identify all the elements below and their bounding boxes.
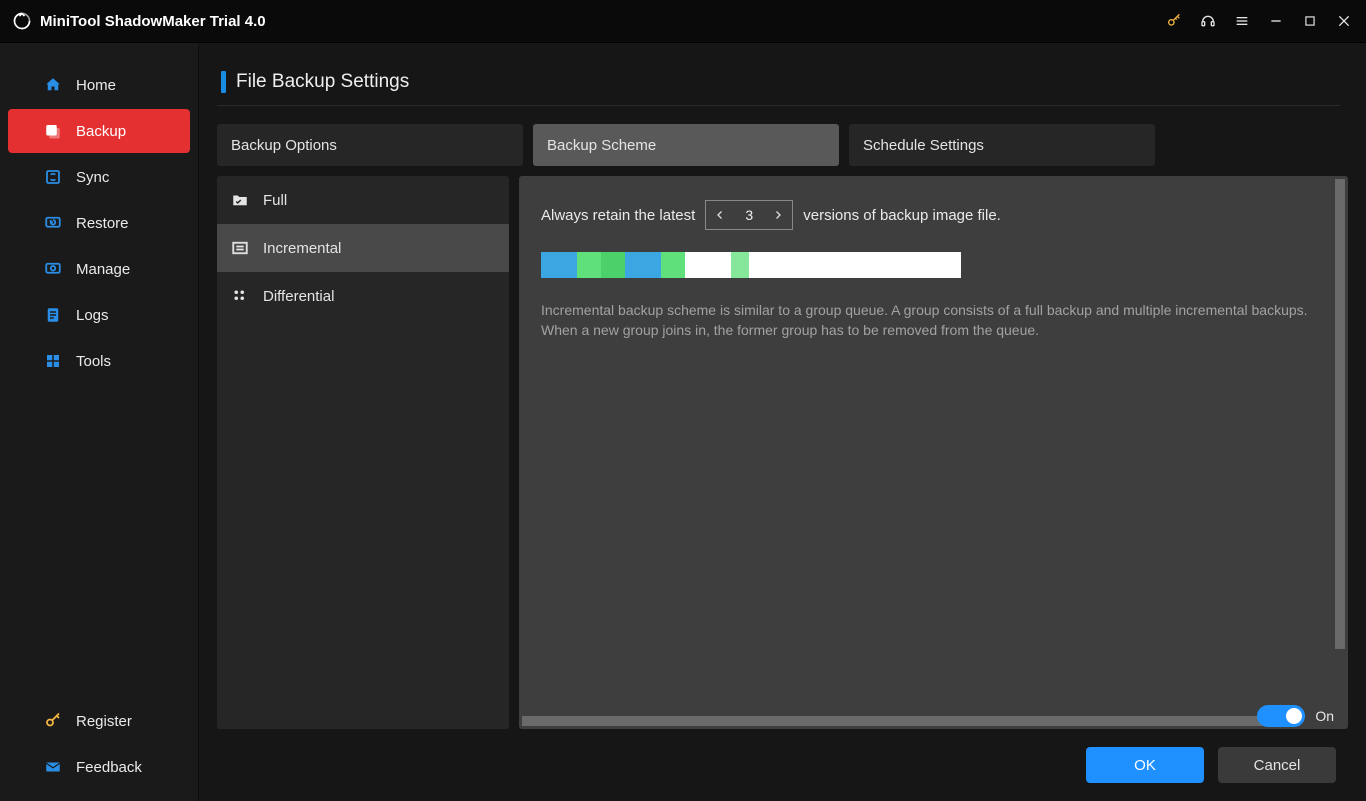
backup-icon [44,122,62,140]
button-label: OK [1134,757,1156,774]
bar-segment [601,252,625,278]
retain-setting-row: Always retain the latest 3 versions of b… [541,200,1326,230]
sidebar-item-sync[interactable]: Sync [8,155,190,199]
sidebar-item-label: Restore [76,215,129,232]
scheme-label: Differential [263,288,334,305]
sidebar-item-tools[interactable]: Tools [8,339,190,383]
horizontal-scrollbar[interactable] [522,716,1332,726]
tab-schedule-settings[interactable]: Schedule Settings [849,124,1155,166]
sync-icon [44,168,62,186]
sidebar-item-label: Manage [76,261,130,278]
bar-segment [577,252,601,278]
titlebar-maximize-icon[interactable] [1302,13,1318,29]
key-icon [44,712,62,730]
list-lines-icon [231,239,249,257]
retain-stepper[interactable]: 3 [705,200,793,230]
scheme-label: Full [263,192,287,209]
titlebar-key-icon[interactable] [1166,13,1182,29]
toggle-label: On [1315,708,1334,724]
sidebar-item-label: Logs [76,307,109,324]
tools-icon [44,352,62,370]
tab-label: Backup Options [231,137,337,154]
retain-suffix: versions of backup image file. [803,207,1001,224]
sidebar-item-manage[interactable]: Manage [8,247,190,291]
tab-backup-options[interactable]: Backup Options [217,124,523,166]
titlebar-minimize-icon[interactable] [1268,13,1284,29]
scheme-list: Full Incremental Differential [217,176,509,729]
bar-segment [541,252,577,278]
page-title: File Backup Settings [217,71,1340,106]
sidebar-item-backup[interactable]: Backup [8,109,190,153]
titlebar-headset-icon[interactable] [1200,13,1216,29]
stepper-decrement-button[interactable] [706,201,734,229]
logs-icon [44,306,62,324]
content: File Backup Settings Backup Options Back… [199,43,1366,801]
restore-icon [44,214,62,232]
folder-check-icon [231,191,249,209]
bar-segment [731,252,749,278]
stepper-value: 3 [734,207,764,223]
scheme-description: Incremental backup scheme is similar to … [541,300,1321,341]
sidebar-item-label: Tools [76,353,111,370]
sidebar-feedback[interactable]: Feedback [8,745,190,789]
mail-icon [44,758,62,776]
titlebar: MiniTool ShadowMaker Trial 4.0 [0,0,1366,43]
sidebar-item-home[interactable]: Home [8,63,190,107]
bar-segment [749,252,961,278]
sidebar: Home Backup Sync Restore [0,43,199,801]
cancel-button[interactable]: Cancel [1218,747,1336,783]
manage-icon [44,260,62,278]
bar-segment [625,252,661,278]
page-title-accent [221,71,226,93]
titlebar-close-icon[interactable] [1336,13,1352,29]
dialog-actions: OK Cancel [217,729,1348,783]
grid-dots-icon [231,287,249,305]
scheme-enable-toggle[interactable] [1257,705,1305,727]
scheme-toggle-row: On [1257,705,1334,727]
app-title: MiniTool ShadowMaker Trial 4.0 [40,13,266,30]
sidebar-item-label: Register [76,713,132,730]
app-logo-icon [12,11,32,31]
tab-label: Schedule Settings [863,137,984,154]
button-label: Cancel [1254,757,1301,774]
bar-segment [661,252,685,278]
sidebar-item-logs[interactable]: Logs [8,293,190,337]
tab-label: Backup Scheme [547,137,656,154]
titlebar-menu-icon[interactable] [1234,13,1250,29]
settings-tabs: Backup Options Backup Scheme Schedule Se… [217,124,1348,166]
vertical-scrollbar[interactable] [1335,179,1345,726]
bar-segment [685,252,731,278]
sidebar-item-label: Sync [76,169,109,186]
scheme-differential[interactable]: Differential [217,272,509,320]
ok-button[interactable]: OK [1086,747,1204,783]
stepper-increment-button[interactable] [764,201,792,229]
retain-prefix: Always retain the latest [541,207,695,224]
page-title-text: File Backup Settings [236,71,409,93]
scheme-detail-panel: Always retain the latest 3 versions of b… [519,176,1348,729]
tab-backup-scheme[interactable]: Backup Scheme [533,124,839,166]
sidebar-register[interactable]: Register [8,699,190,743]
sidebar-item-label: Home [76,77,116,94]
scheme-full[interactable]: Full [217,176,509,224]
sidebar-item-restore[interactable]: Restore [8,201,190,245]
scheme-incremental[interactable]: Incremental [217,224,509,272]
backup-queue-bar [541,252,961,278]
sidebar-item-label: Backup [76,123,126,140]
scheme-label: Incremental [263,240,341,257]
home-icon [44,76,62,94]
sidebar-item-label: Feedback [76,759,142,776]
